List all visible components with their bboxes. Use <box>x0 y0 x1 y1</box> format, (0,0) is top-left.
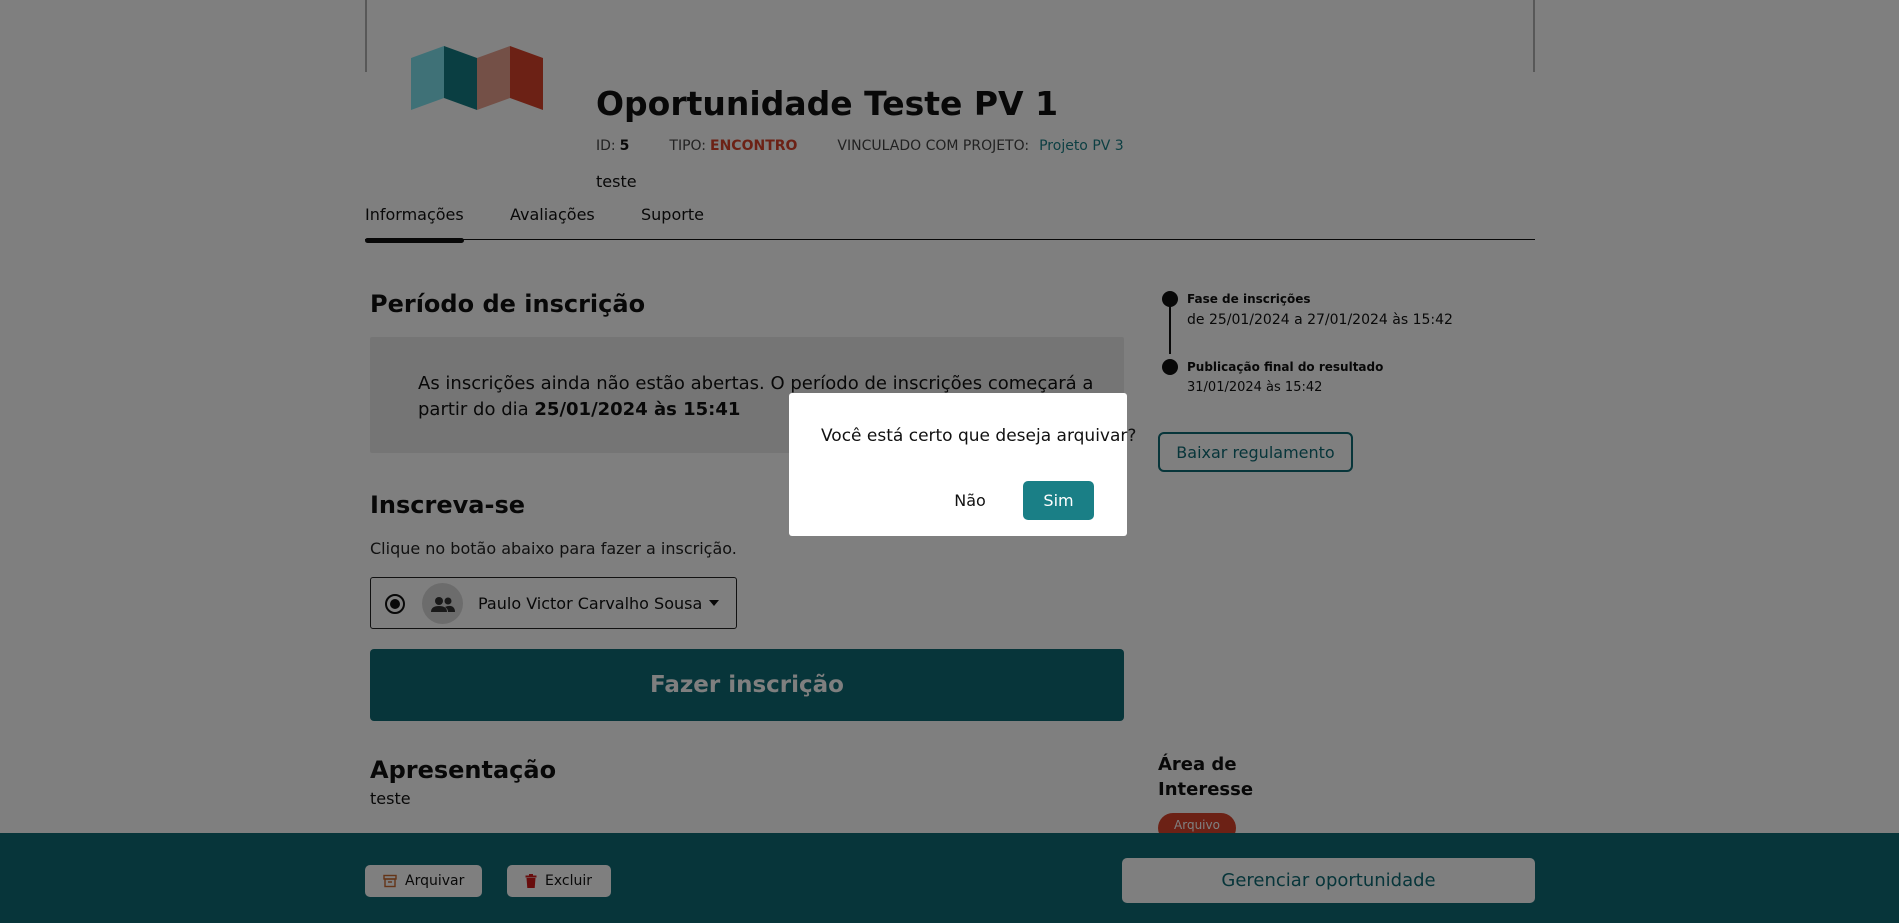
confirm-message: Você está certo que deseja arquivar? <box>821 426 1137 446</box>
confirm-archive-dialog: Você está certo que deseja arquivar? Não… <box>789 393 1136 536</box>
cancel-button[interactable]: Não <box>939 481 1001 519</box>
confirm-button[interactable]: Sim <box>1023 481 1094 520</box>
